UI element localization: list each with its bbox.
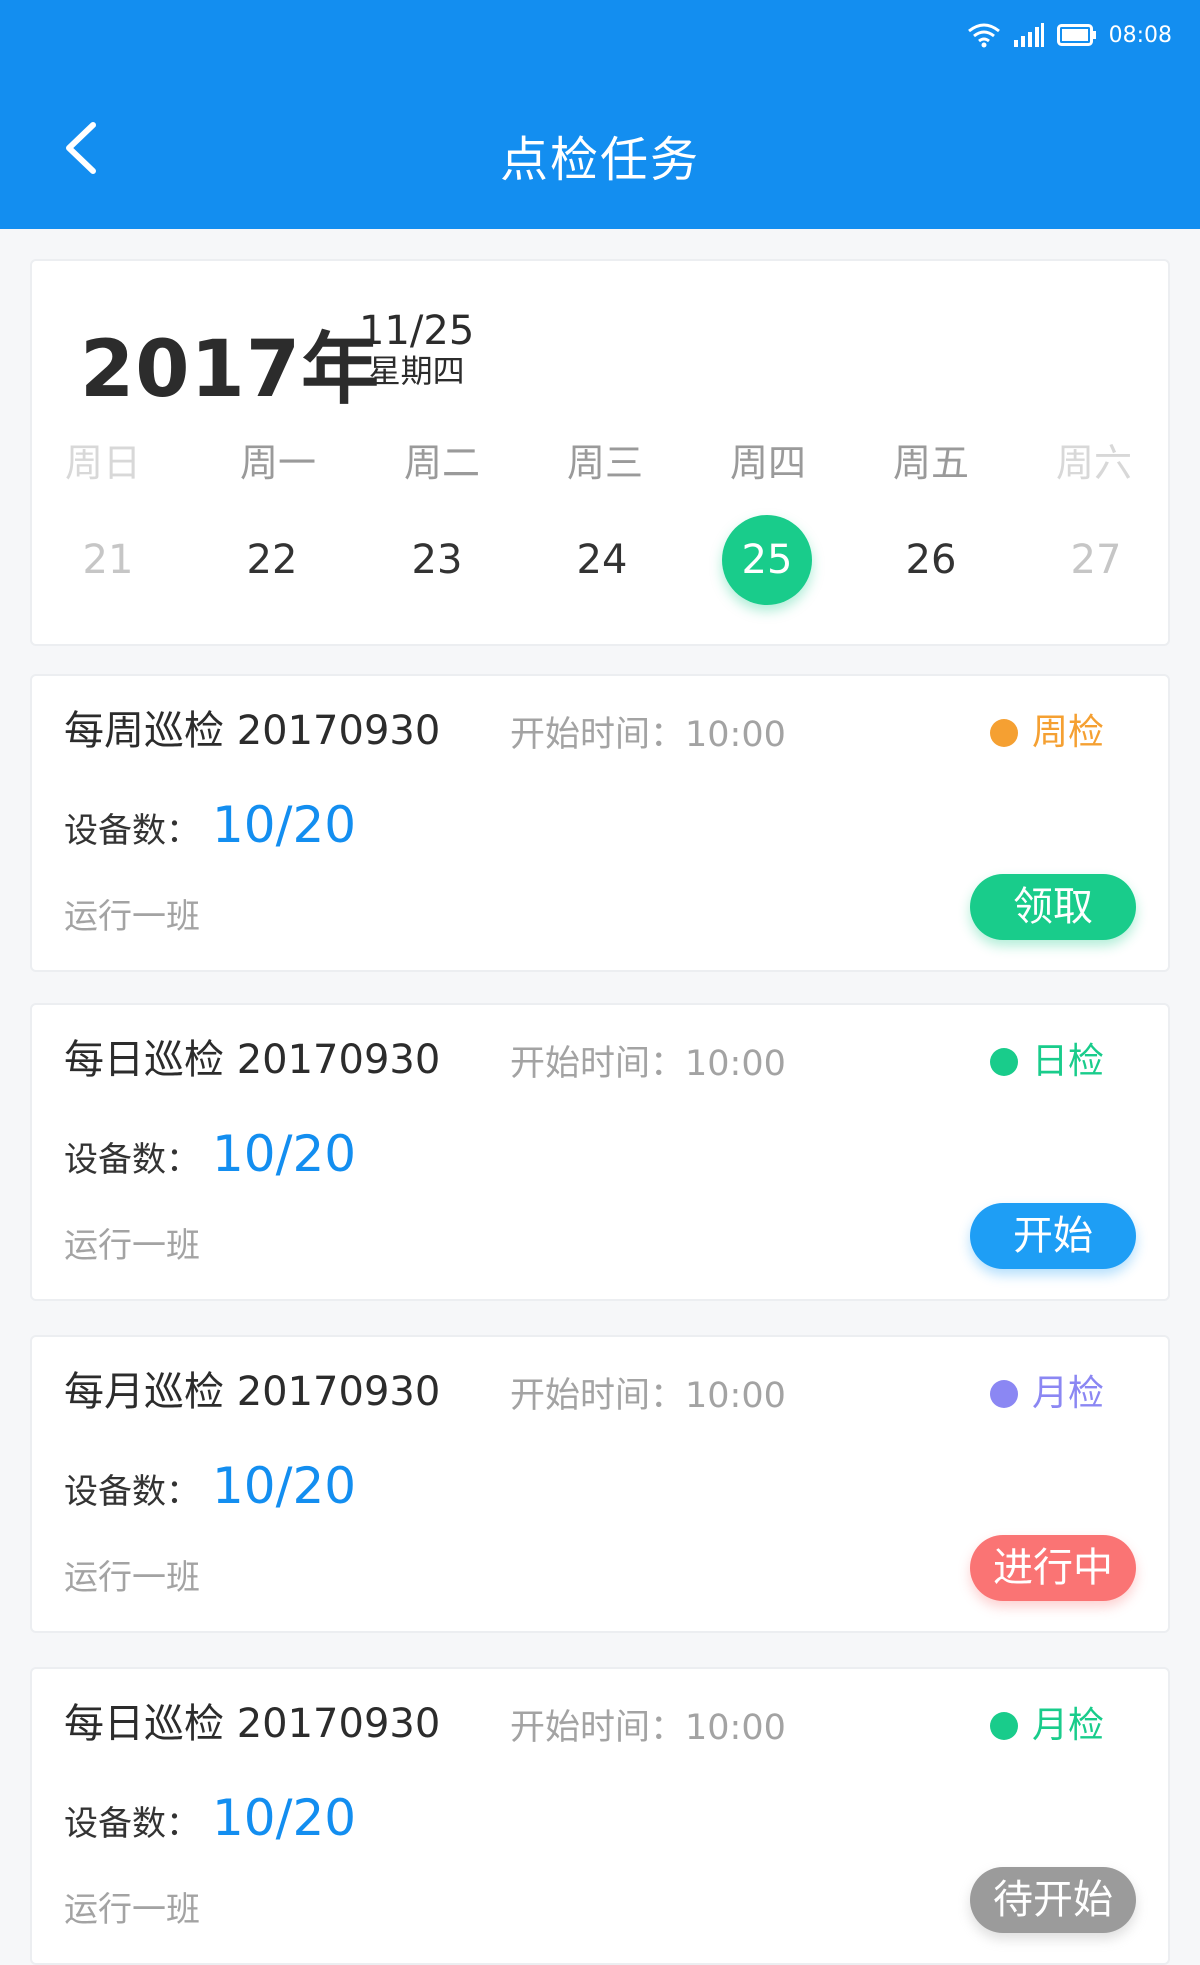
task-team: 运行一班 — [64, 1890, 200, 1930]
day-cell[interactable]: 24 — [542, 515, 662, 605]
app-header: 08:08 点检任务 — [0, 0, 1200, 229]
task-card[interactable]: 每日巡检 20170930 开始时间：10:00 月检 设备数： 10/20 运… — [30, 1667, 1170, 1965]
day-cell[interactable]: 23 — [377, 515, 497, 605]
calendar-year: 2017年 — [80, 325, 381, 415]
start-button[interactable]: 开始 — [970, 1203, 1136, 1269]
type-dot-icon — [989, 1712, 1018, 1740]
task-start-time: 开始时间：10:00 — [510, 1376, 786, 1416]
device-count-value: 10/20 — [212, 1125, 357, 1183]
task-team: 运行一班 — [64, 1558, 200, 1598]
day-cell[interactable]: 22 — [212, 515, 332, 605]
task-type-label: 日检 — [1031, 1041, 1104, 1082]
day-row: 21 22 23 24 25 26 27 — [32, 515, 1172, 605]
device-count: 设备数： 10/20 — [64, 1789, 356, 1847]
task-type: 周检 — [989, 708, 1104, 758]
task-start-time: 开始时间：10:00 — [510, 715, 786, 755]
type-dot-icon — [989, 1380, 1018, 1408]
weekday-label: 周四 — [729, 441, 806, 485]
pending-button[interactable]: 待开始 — [970, 1867, 1136, 1933]
type-dot-icon — [989, 719, 1018, 747]
task-type: 月检 — [989, 1369, 1104, 1419]
task-name: 每日巡检 20170930 — [64, 1037, 441, 1083]
day-cell[interactable]: 26 — [871, 515, 991, 605]
day-number: 24 — [576, 537, 628, 583]
device-count: 设备数： 10/20 — [64, 1457, 356, 1515]
in-progress-button[interactable]: 进行中 — [970, 1535, 1136, 1601]
task-name: 每周巡检 20170930 — [64, 708, 441, 754]
weekday-label: 周三 — [566, 441, 643, 485]
weekday-label: 周日 — [64, 441, 141, 485]
task-type-label: 月检 — [1031, 1705, 1104, 1746]
task-name: 每月巡检 20170930 — [64, 1369, 441, 1415]
day-number: 27 — [1070, 537, 1122, 583]
device-count: 设备数： 10/20 — [64, 796, 356, 854]
device-count-value: 10/20 — [212, 1457, 357, 1515]
device-count-label: 设备数： — [64, 1804, 200, 1844]
day-number: 25 — [722, 515, 812, 605]
task-type-label: 月检 — [1031, 1373, 1104, 1414]
calendar-card: 2017年 11/25 星期四 周日 周一 周二 周三 周四 周五 周六 21 … — [30, 259, 1170, 646]
device-count-label: 设备数： — [64, 1140, 200, 1180]
wifi-icon — [967, 22, 1001, 48]
task-card[interactable]: 每周巡检 20170930 开始时间：10:00 周检 设备数： 10/20 运… — [30, 674, 1170, 972]
device-count: 设备数： 10/20 — [64, 1125, 356, 1183]
signal-icon — [1013, 22, 1045, 48]
weekday-label: 周五 — [892, 441, 969, 485]
type-dot-icon — [989, 1048, 1018, 1076]
day-number: 26 — [905, 537, 957, 583]
calendar-month-day: 11/25 — [359, 308, 475, 354]
weekday-label: 周一 — [239, 441, 316, 485]
status-bar: 08:08 — [967, 18, 1172, 52]
task-card[interactable]: 每月巡检 20170930 开始时间：10:00 月检 设备数： 10/20 运… — [30, 1335, 1170, 1633]
task-card[interactable]: 每日巡检 20170930 开始时间：10:00 日检 设备数： 10/20 运… — [30, 1003, 1170, 1301]
day-cell[interactable]: 27 — [1036, 515, 1156, 605]
device-count-label: 设备数： — [64, 811, 200, 851]
day-cell[interactable]: 21 — [48, 515, 168, 605]
device-count-value: 10/20 — [212, 796, 357, 854]
battery-icon — [1056, 23, 1097, 47]
task-type: 日检 — [989, 1037, 1104, 1087]
page-title: 点检任务 — [499, 132, 700, 188]
day-number: 22 — [246, 537, 298, 583]
task-team: 运行一班 — [64, 1226, 200, 1266]
weekday-header-row: 周日 周一 周二 周三 周四 周五 周六 — [32, 437, 1172, 489]
task-start-time: 开始时间：10:00 — [510, 1708, 786, 1748]
task-name: 每日巡检 20170930 — [64, 1701, 441, 1747]
day-cell-selected[interactable]: 25 — [707, 515, 827, 605]
weekday-label: 周二 — [403, 441, 480, 485]
task-type-label: 周检 — [1031, 712, 1104, 753]
day-number: 23 — [411, 537, 463, 583]
calendar-weekday: 星期四 — [368, 352, 465, 390]
task-team: 运行一班 — [64, 897, 200, 937]
task-type: 月检 — [989, 1701, 1104, 1751]
day-number: 21 — [82, 537, 134, 583]
device-count-value: 10/20 — [212, 1789, 357, 1847]
status-time: 08:08 — [1108, 22, 1172, 48]
claim-button[interactable]: 领取 — [970, 874, 1136, 940]
device-count-label: 设备数： — [64, 1472, 200, 1512]
weekday-label: 周六 — [1055, 441, 1132, 485]
task-start-time: 开始时间：10:00 — [510, 1044, 786, 1084]
calendar-date: 11/25 星期四 — [359, 309, 474, 389]
